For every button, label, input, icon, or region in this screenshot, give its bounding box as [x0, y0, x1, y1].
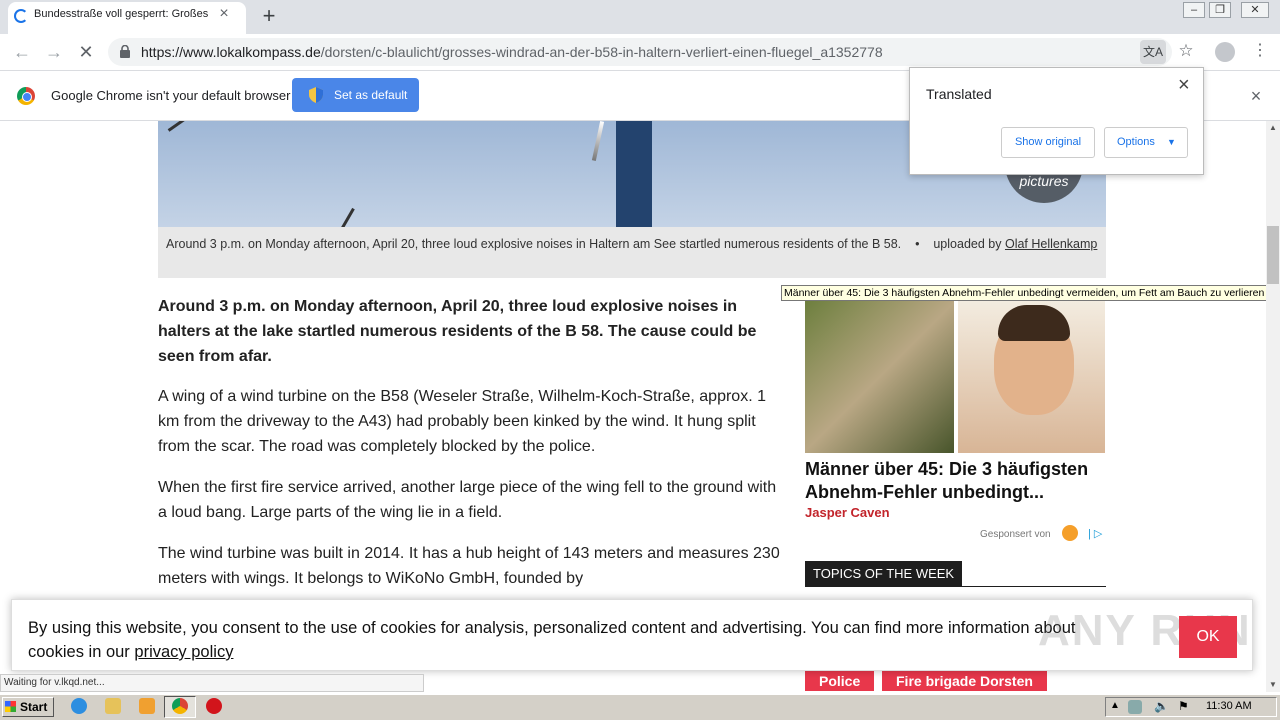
turbine-tower-shape — [616, 121, 652, 227]
windows-flag-icon — [5, 701, 16, 712]
restore-button[interactable]: ❐ — [1209, 2, 1231, 18]
chrome-logo-icon — [17, 87, 35, 105]
infobar-close-icon[interactable]: × — [1246, 86, 1266, 106]
image-caption: Around 3 p.m. on Monday afternoon, April… — [158, 227, 1106, 278]
scrollbar-thumb[interactable] — [1267, 226, 1279, 284]
forward-icon[interactable]: → — [42, 40, 66, 64]
infobar-message: Google Chrome isn't your default browser — [51, 88, 291, 103]
article-paragraph: When the first fire service arrived, ano… — [158, 479, 777, 521]
ad-image[interactable] — [805, 301, 1105, 453]
show-original-button[interactable]: Show original — [1001, 127, 1095, 158]
turbine-blade-shape — [340, 207, 355, 227]
topics-heading: TOPICS OF THE WEEK — [805, 561, 963, 587]
turbine-blade-shape — [591, 121, 605, 161]
media-player-icon[interactable] — [139, 698, 155, 714]
status-bubble: Waiting for v.lkqd.net... — [0, 674, 424, 692]
scroll-up-icon[interactable]: ▲ — [1266, 121, 1280, 135]
ad-hair-shape — [998, 305, 1070, 341]
ad-photo-man — [958, 301, 1105, 453]
bookmark-star-icon[interactable]: ☆ — [1176, 41, 1196, 61]
network-icon[interactable] — [1128, 700, 1142, 714]
topics-divider — [805, 586, 1106, 587]
profile-avatar-icon[interactable] — [1215, 42, 1235, 62]
uploaded-by-label: uploaded by — [933, 237, 1002, 251]
ad-headline[interactable]: Männer über 45: Die 3 häufigsten Abnehm-… — [805, 458, 1115, 504]
explorer-folder-icon[interactable] — [105, 698, 121, 714]
tab-close-icon[interactable]: × — [216, 6, 232, 22]
minimize-button[interactable]: – — [1183, 2, 1205, 18]
turbine-blade-shape — [167, 121, 193, 132]
new-tab-button[interactable]: + — [256, 3, 282, 29]
uac-shield-icon — [309, 87, 323, 103]
sponsored-label: Gesponsert von — [980, 529, 1051, 540]
warning-app-icon[interactable] — [206, 698, 222, 714]
topic-tag[interactable]: Police — [805, 671, 875, 691]
lock-icon — [120, 45, 130, 58]
article-lead: Around 3 p.m. on Monday afternoon, April… — [158, 298, 757, 365]
page-scrollbar[interactable] — [1266, 121, 1280, 692]
ad-photo-hands — [805, 301, 954, 453]
privacy-policy-link[interactable]: privacy policy — [134, 643, 233, 661]
article-paragraph: The wind turbine was built in 2014. It h… — [158, 545, 780, 587]
ad-author[interactable]: Jasper Caven — [805, 505, 890, 520]
author-link[interactable]: Olaf Hellenkamp — [1005, 237, 1097, 251]
loading-spinner-icon — [14, 9, 28, 23]
translate-popup: Translated × Show original Options ▼ — [909, 67, 1204, 175]
scroll-down-icon[interactable]: ▼ — [1266, 678, 1280, 692]
volume-icon[interactable]: 🔈 — [1154, 699, 1169, 713]
sponsor-logo-icon[interactable] — [1062, 525, 1078, 541]
back-icon[interactable]: ← — [10, 40, 34, 64]
adchoices-icon[interactable]: | ▷ — [1088, 527, 1102, 540]
menu-kebab-icon[interactable]: ⋮ — [1252, 41, 1268, 61]
options-dropdown[interactable]: Options ▼ — [1104, 127, 1188, 158]
ie-icon[interactable] — [71, 698, 87, 714]
translate-popup-title: Translated — [926, 86, 992, 102]
taskbar-clock[interactable]: 11:30 AM — [1206, 700, 1252, 712]
chrome-icon — [172, 698, 188, 714]
stop-loading-icon[interactable]: ✕ — [74, 40, 98, 64]
cookie-message: By using this website, you consent to th… — [28, 619, 1076, 661]
translate-close-icon[interactable]: × — [1178, 74, 1190, 97]
caption-text: Around 3 p.m. on Monday afternoon, April… — [166, 237, 902, 251]
tray-expand-icon[interactable]: ▲ — [1110, 700, 1120, 711]
action-center-flag-icon[interactable]: ⚑ — [1178, 699, 1189, 713]
ad-tooltip: Männer über 45: Die 3 häufigsten Abnehm-… — [781, 285, 1278, 301]
translate-icon[interactable]: 文A — [1140, 40, 1166, 64]
article-paragraph: A wing of a wind turbine on the B58 (Wes… — [158, 388, 766, 455]
topic-tag[interactable]: Fire brigade Dorsten — [882, 671, 1047, 691]
tab-title: Bundesstraße voll gesperrt: Großes — [34, 8, 209, 20]
window-close-button[interactable]: ✕ — [1241, 2, 1269, 18]
chevron-down-icon: ▼ — [1167, 137, 1176, 147]
url-text[interactable]: https://www.lokalkompass.de/dorsten/c-bl… — [141, 44, 883, 60]
options-label: Options — [1117, 136, 1155, 148]
cookie-ok-button[interactable]: OK — [1179, 616, 1237, 658]
caption-separator: • — [915, 237, 920, 251]
